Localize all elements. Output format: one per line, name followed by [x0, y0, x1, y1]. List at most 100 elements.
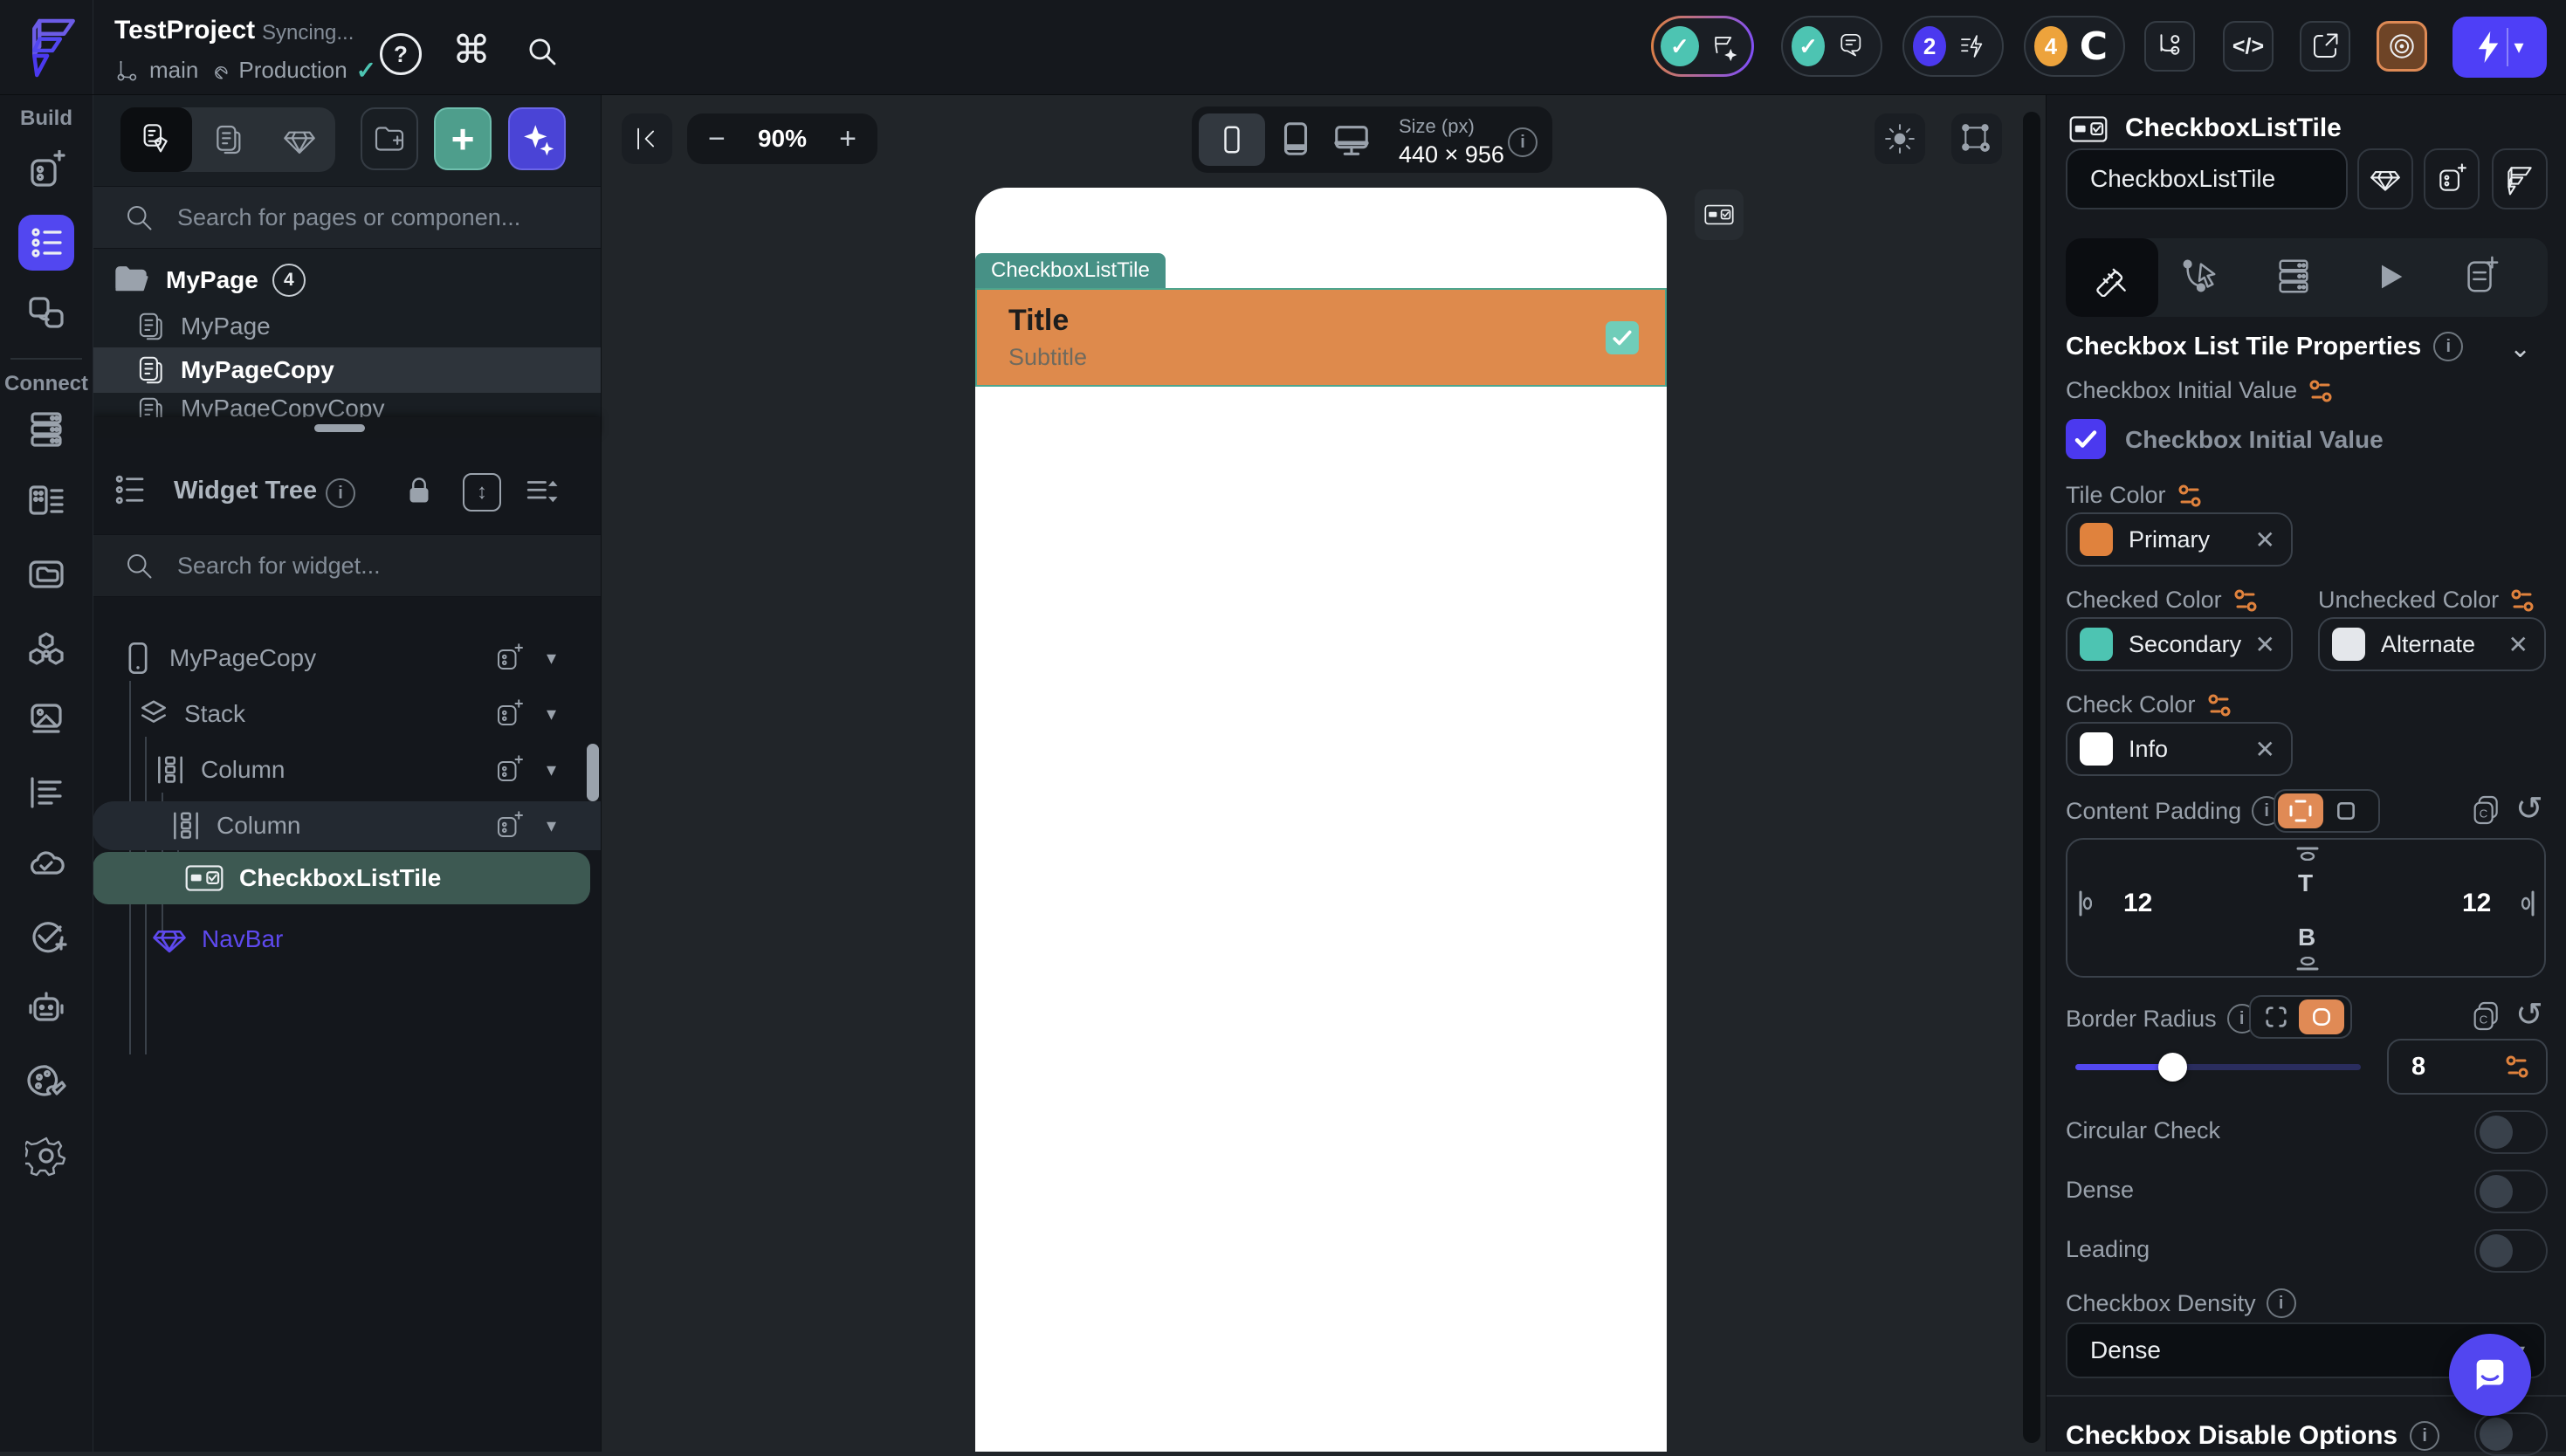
nav-integrations[interactable] — [18, 620, 74, 676]
disable-options-row[interactable]: Checkbox Disable Options i — [2066, 1421, 2439, 1451]
run-button[interactable]: ▾ — [2452, 17, 2547, 78]
dense-toggle[interactable] — [2474, 1170, 2548, 1213]
nav-components[interactable] — [18, 285, 74, 340]
nav-theme[interactable] — [18, 1054, 74, 1110]
leading-toggle[interactable] — [2474, 1229, 2548, 1273]
reset-radius-button[interactable]: ↺ — [2515, 995, 2543, 1034]
flutterflow-logo[interactable] — [21, 16, 84, 85]
nav-database[interactable] — [18, 402, 74, 457]
preview-eye-button[interactable] — [2377, 21, 2427, 72]
circular-check-toggle[interactable] — [2474, 1110, 2548, 1154]
tree-scrollbar-thumb[interactable] — [587, 744, 599, 801]
info-icon[interactable]: i — [2410, 1421, 2439, 1451]
support-chat-button[interactable] — [2449, 1334, 2531, 1416]
padding-bottom-icon[interactable] — [2296, 957, 2319, 971]
add-widget-button[interactable] — [2424, 148, 2480, 209]
add-child-widget-button[interactable] — [493, 642, 525, 674]
add-folder-button[interactable] — [361, 107, 418, 170]
tree-node-navbar[interactable]: NavBar — [93, 915, 601, 964]
tile-checkbox[interactable] — [1606, 321, 1639, 354]
activity-pill[interactable]: 4 C — [2024, 16, 2125, 77]
set-from-variable-icon[interactable] — [2504, 1054, 2530, 1080]
light-mode-toggle-button[interactable] — [1875, 113, 1925, 164]
initial-value-checkbox[interactable] — [2066, 419, 2106, 459]
code-view-button[interactable]: </> — [2223, 21, 2274, 72]
tab-pages-and-components[interactable] — [120, 107, 192, 172]
padding-right-value[interactable]: 12 — [2462, 889, 2491, 918]
tab-components[interactable] — [264, 107, 335, 172]
tab-properties-active[interactable] — [2066, 238, 2158, 317]
tree-node-page[interactable]: MyPageCopy ▾ — [93, 634, 601, 683]
collapse-chevron[interactable]: ▾ — [547, 759, 556, 781]
tree-sort-icon[interactable] — [524, 473, 561, 510]
zoom-out-button[interactable]: − — [708, 122, 726, 156]
project-name[interactable]: TestProject — [114, 16, 255, 45]
nav-media-assets[interactable] — [18, 691, 74, 747]
checked-color-chip[interactable]: Secondary ✕ — [2066, 617, 2293, 671]
tree-node-column-2[interactable]: Column ▾ — [93, 801, 601, 850]
tab-documentation[interactable] — [2460, 256, 2501, 296]
disable-options-toggle[interactable] — [2474, 1412, 2548, 1456]
slider-thumb[interactable] — [2158, 1053, 2187, 1082]
collapse-panel-button[interactable] — [622, 113, 672, 164]
collapse-chevron[interactable]: ▾ — [547, 814, 556, 837]
run-options-chevron[interactable]: ▾ — [2514, 36, 2523, 58]
nav-page-selector[interactable] — [18, 215, 74, 271]
nav-cloud-functions[interactable] — [18, 836, 74, 892]
set-from-variable-icon[interactable] — [2232, 587, 2259, 614]
widget-search-input[interactable] — [175, 552, 563, 580]
tree-node-column[interactable]: Column ▾ — [93, 745, 601, 794]
info-icon[interactable]: i — [2433, 332, 2463, 361]
radius-corners-mode[interactable] — [2253, 999, 2299, 1034]
copy-radius-button[interactable]: C — [2469, 999, 2504, 1034]
nav-ai-agent[interactable] — [18, 981, 74, 1037]
tree-node-stack[interactable]: Stack ▾ — [93, 690, 601, 738]
device-phone-button[interactable] — [1199, 113, 1265, 166]
size-info-icon[interactable]: i — [1508, 127, 1538, 157]
padding-top-value[interactable]: T — [2298, 869, 2313, 897]
clear-color-button[interactable]: ✕ — [2255, 630, 2275, 659]
lock-icon[interactable] — [403, 475, 435, 506]
section-collapse-chevron[interactable]: ⌄ — [2509, 333, 2531, 364]
nav-data-types[interactable] — [18, 473, 74, 529]
tree-node-checkboxlisttile-selected[interactable]: CheckboxListTile — [93, 852, 590, 904]
tab-animations[interactable] — [2373, 259, 2408, 299]
expand-collapse-icon[interactable]: ↕ — [463, 473, 501, 512]
search-button[interactable] — [524, 33, 561, 70]
clear-color-button[interactable]: ✕ — [2255, 525, 2275, 554]
collapse-chevron[interactable]: ▾ — [547, 703, 556, 725]
unchecked-color-chip[interactable]: Alternate ✕ — [2318, 617, 2546, 671]
tab-backend[interactable] — [2274, 256, 2314, 296]
page-row[interactable]: MyPage — [93, 306, 601, 347]
set-from-variable-icon[interactable] — [2206, 692, 2232, 718]
page-folder-row[interactable]: MyPage 4 — [93, 258, 601, 303]
padding-bottom-value[interactable]: B — [2298, 924, 2315, 951]
copy-padding-button[interactable]: C — [2469, 793, 2504, 828]
widget-name-input[interactable] — [2066, 148, 2348, 209]
section-title-row[interactable]: Checkbox List Tile Properties i — [2066, 332, 2463, 361]
reset-padding-button[interactable]: ↺ — [2515, 789, 2543, 828]
page-row-selected[interactable]: MyPageCopy — [93, 347, 601, 393]
nav-tests[interactable] — [18, 908, 74, 964]
zoom-level[interactable]: 90% — [758, 125, 807, 153]
padding-right-icon[interactable] — [2521, 890, 2535, 917]
branch-button[interactable] — [2144, 21, 2195, 72]
set-from-variable-icon[interactable] — [2509, 587, 2535, 614]
review-status-pill[interactable]: ✓ — [1651, 16, 1754, 77]
tile-color-chip[interactable]: Primary ✕ — [2066, 512, 2293, 567]
add-page-button[interactable]: + — [434, 107, 492, 170]
phone-preview-frame[interactable]: CheckboxListTile Title Subtitle — [975, 188, 1667, 1452]
issues-pill[interactable]: 2 — [1902, 16, 2004, 77]
padding-left-icon[interactable] — [2078, 890, 2092, 917]
device-tablet-button[interactable] — [1276, 119, 1316, 159]
help-button[interactable]: ? — [380, 33, 422, 75]
add-child-widget-button[interactable] — [493, 810, 525, 841]
set-from-variable-icon[interactable] — [2308, 378, 2334, 404]
convert-to-component-button[interactable] — [2357, 148, 2413, 209]
add-child-widget-button[interactable] — [493, 698, 525, 730]
panel-resize-strip[interactable] — [93, 417, 601, 438]
padding-top-icon[interactable] — [2296, 847, 2319, 861]
widget-quick-button[interactable] — [1695, 189, 1744, 240]
checkbox-list-tile-widget[interactable]: Title Subtitle — [975, 288, 1667, 387]
zoom-in-button[interactable]: + — [839, 122, 856, 156]
